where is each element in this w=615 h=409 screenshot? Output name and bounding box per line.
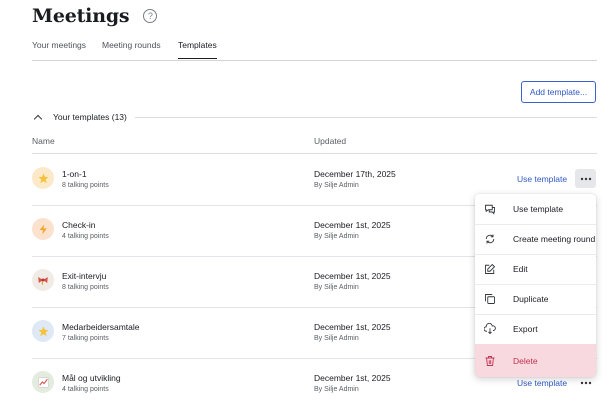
chart-icon xyxy=(32,371,54,393)
menu-item-delete[interactable]: Delete xyxy=(475,344,596,377)
copy-icon xyxy=(484,293,496,305)
updated-date: December 1st, 2025 xyxy=(314,322,391,332)
add-template-button[interactable]: Add template... xyxy=(521,81,596,103)
menu-item-label: Create meeting round xyxy=(513,234,596,244)
tab-meeting-rounds[interactable]: Meeting rounds xyxy=(102,40,161,58)
talking-points: 4 talking points xyxy=(62,386,109,393)
template-name: Exit-intervju xyxy=(62,271,107,281)
updated-date: December 1st, 2025 xyxy=(314,220,391,230)
help-icon[interactable]: ? xyxy=(143,9,158,23)
menu-item-label: Edit xyxy=(513,264,528,274)
updated-date: December 1st, 2025 xyxy=(314,373,391,383)
talking-points: 8 talking points xyxy=(62,182,109,189)
menu-item-label: Duplicate xyxy=(513,294,549,304)
more-icon xyxy=(580,381,591,384)
use-template-link[interactable]: Use template xyxy=(517,174,567,184)
menu-item-create-meeting-round[interactable]: Create meeting round xyxy=(475,224,596,255)
updated-by: By Silje Admin xyxy=(314,284,359,291)
more-icon xyxy=(580,177,591,180)
templates-section-header[interactable]: Your templates (13) xyxy=(32,110,597,124)
column-header-updated: Updated xyxy=(314,136,347,146)
chat-icon xyxy=(484,203,496,215)
lightning-icon xyxy=(32,218,54,240)
use-template-link[interactable]: Use template xyxy=(517,378,567,388)
divider xyxy=(134,116,597,118)
template-name: Mål og utvikling xyxy=(62,373,121,383)
updated-by: By Silje Admin xyxy=(314,182,359,189)
template-actions-menu: Use template Create meeting round Edit D… xyxy=(475,194,596,377)
bow-icon xyxy=(32,269,54,291)
column-header-name: Name xyxy=(32,136,55,146)
star-icon xyxy=(32,320,54,342)
tab-bar: Your meetings Meeting rounds Templates xyxy=(32,36,597,61)
tab-your-meetings[interactable]: Your meetings xyxy=(32,40,86,58)
menu-item-export[interactable]: Export xyxy=(475,314,596,345)
menu-item-use-template[interactable]: Use template xyxy=(475,194,596,225)
talking-points: 4 talking points xyxy=(62,233,109,240)
updated-date: December 17th, 2025 xyxy=(314,169,396,179)
page-title: Meetings xyxy=(32,5,130,27)
page-header: Meetings ? xyxy=(32,4,158,28)
menu-item-edit[interactable]: Edit xyxy=(475,254,596,285)
chevron-up-icon[interactable] xyxy=(33,114,43,123)
updated-by: By Silje Admin xyxy=(314,386,359,393)
tab-templates[interactable]: Templates xyxy=(178,40,217,59)
updated-by: By Silje Admin xyxy=(314,233,359,240)
repeat-chat-icon xyxy=(484,233,496,245)
talking-points: 7 talking points xyxy=(62,335,109,342)
edit-icon xyxy=(484,263,496,275)
menu-item-duplicate[interactable]: Duplicate xyxy=(475,284,596,315)
updated-date: December 1st, 2025 xyxy=(314,271,391,281)
template-name: 1-on-1 xyxy=(62,169,87,179)
more-options-button[interactable] xyxy=(575,169,596,188)
menu-item-label: Delete xyxy=(513,355,538,366)
trash-icon xyxy=(484,355,496,367)
menu-item-label: Use template xyxy=(513,204,564,214)
menu-item-label: Export xyxy=(513,324,538,334)
talking-points: 8 talking points xyxy=(62,284,109,291)
section-title: Your templates (13) xyxy=(53,112,127,122)
star-icon xyxy=(32,167,54,189)
template-name: Medarbeidersamtale xyxy=(62,322,140,332)
cloud-download-icon xyxy=(484,323,496,335)
updated-by: By Silje Admin xyxy=(314,335,359,342)
template-name: Check-in xyxy=(62,220,96,230)
